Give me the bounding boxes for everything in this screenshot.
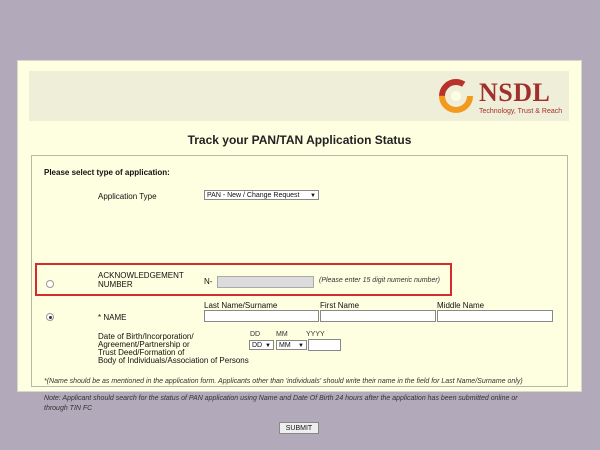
- submit-button[interactable]: SUBMIT: [279, 422, 319, 434]
- mm-label: MM: [276, 331, 288, 338]
- search-note-line1: Note: Applicant should search for the st…: [44, 395, 518, 402]
- ack-hint: (Please enter 15 digit numeric number): [319, 277, 441, 284]
- last-name-input[interactable]: [204, 310, 319, 322]
- dob-label-line4: Body of Individuals/Association of Perso…: [98, 356, 249, 365]
- dob-month-value: MM: [279, 342, 291, 349]
- nsdl-logo: NSDL Technology, Trust & Reach: [439, 73, 563, 119]
- ack-number-input[interactable]: [217, 276, 314, 288]
- dob-month-select[interactable]: MM ▼: [276, 340, 307, 350]
- dob-year-input[interactable]: [308, 339, 341, 351]
- first-name-input[interactable]: [320, 310, 436, 322]
- name-radio[interactable]: [46, 313, 54, 321]
- dropdown-arrow-icon: ▼: [265, 343, 271, 349]
- first-name-label: First Name: [320, 301, 360, 310]
- page-header: NSDL Technology, Trust & Reach: [29, 71, 569, 121]
- middle-name-label: Middle Name: [437, 301, 485, 310]
- name-note: *(Name should be as mentioned in the app…: [44, 378, 523, 385]
- dob-day-value: DD: [252, 342, 263, 349]
- nsdl-swirl-icon: [439, 79, 473, 113]
- name-label: * NAME: [98, 313, 127, 322]
- select-type-label: Please select type of application:: [44, 168, 170, 177]
- ack-label-line1: ACKNOWLEDGEMENT: [98, 271, 184, 280]
- ack-number-radio[interactable]: [46, 280, 54, 288]
- application-type-label: Application Type: [98, 192, 157, 201]
- dropdown-arrow-icon: ▼: [310, 193, 316, 199]
- search-note-line2: through TIN FC: [44, 405, 93, 412]
- logo-text: NSDL: [479, 78, 551, 107]
- ack-prefix: N-: [204, 277, 213, 286]
- yyyy-label: YYYY: [306, 331, 325, 338]
- dropdown-arrow-icon: ▼: [298, 343, 304, 349]
- tracking-page: NSDL Technology, Trust & Reach Track you…: [17, 60, 582, 434]
- logo-tagline: Technology, Trust & Reach: [479, 108, 563, 115]
- last-name-label: Last Name/Surname: [204, 301, 278, 310]
- middle-name-input[interactable]: [437, 310, 553, 322]
- status-form: Please select type of application: Appli…: [31, 155, 568, 434]
- application-type-select[interactable]: PAN - New / Change Request ▼: [204, 190, 319, 200]
- page-title: Track your PAN/TAN Application Status: [187, 133, 412, 147]
- application-type-value: PAN - New / Change Request: [207, 192, 300, 199]
- dob-day-select[interactable]: DD ▼: [249, 340, 274, 350]
- dd-label: DD: [250, 331, 261, 338]
- ack-label-line2: NUMBER: [98, 280, 133, 289]
